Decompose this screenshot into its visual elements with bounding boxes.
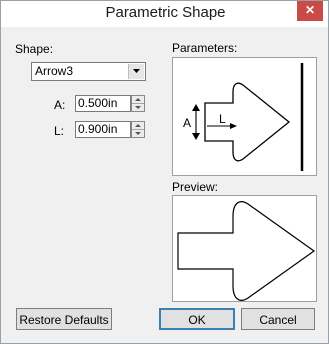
preview-panel — [172, 195, 317, 302]
dim-l-label: L — [219, 112, 226, 126]
close-icon: ✕ — [304, 3, 316, 17]
param-l-decrement[interactable] — [132, 130, 144, 137]
param-a-input[interactable] — [75, 95, 131, 112]
dim-a-label: A — [183, 116, 191, 130]
restore-defaults-button[interactable]: Restore Defaults — [16, 308, 112, 330]
shape-dropdown[interactable]: Arrow3 — [31, 62, 146, 81]
close-button[interactable]: ✕ — [297, 1, 323, 21]
param-l-spinner — [131, 121, 145, 138]
preview-arrow — [177, 201, 316, 301]
param-a-spinner — [131, 95, 145, 112]
arrow-up-icon — [135, 124, 141, 127]
dim-a-arrow-top — [192, 104, 200, 111]
parameters-label: Parameters: — [172, 41, 238, 55]
arrow-down-icon — [135, 106, 141, 109]
arrow-down-icon — [135, 132, 141, 135]
title-bar: Parametric Shape ✕ — [1, 1, 328, 27]
parameters-diagram-panel: A L — [172, 57, 317, 176]
ok-button[interactable]: OK — [159, 308, 235, 330]
param-l-label: L: — [54, 124, 65, 138]
dialog-title: Parametric Shape — [105, 4, 226, 21]
param-l-input[interactable] — [75, 121, 131, 138]
preview-label: Preview: — [172, 180, 219, 194]
dim-a-arrow-bottom — [192, 133, 200, 140]
arrow-shape-outline — [204, 82, 291, 162]
cancel-button[interactable]: Cancel — [241, 308, 315, 330]
dropdown-button[interactable] — [128, 64, 144, 79]
param-a-label: A: — [54, 98, 66, 112]
shape-label: Shape: — [15, 42, 54, 56]
chevron-down-icon — [133, 69, 140, 73]
parameters-diagram: A L — [183, 63, 304, 171]
param-a-increment[interactable] — [132, 96, 144, 104]
param-a-decrement[interactable] — [132, 104, 144, 111]
shape-dropdown-value: Arrow3 — [35, 64, 74, 78]
parametric-shape-dialog: Parametric Shape ✕ Shape: Arrow3 A: L: — [0, 0, 329, 344]
arrow-up-icon — [135, 98, 141, 101]
param-l-increment[interactable] — [132, 122, 144, 130]
preview-arrow-shape — [177, 201, 316, 301]
